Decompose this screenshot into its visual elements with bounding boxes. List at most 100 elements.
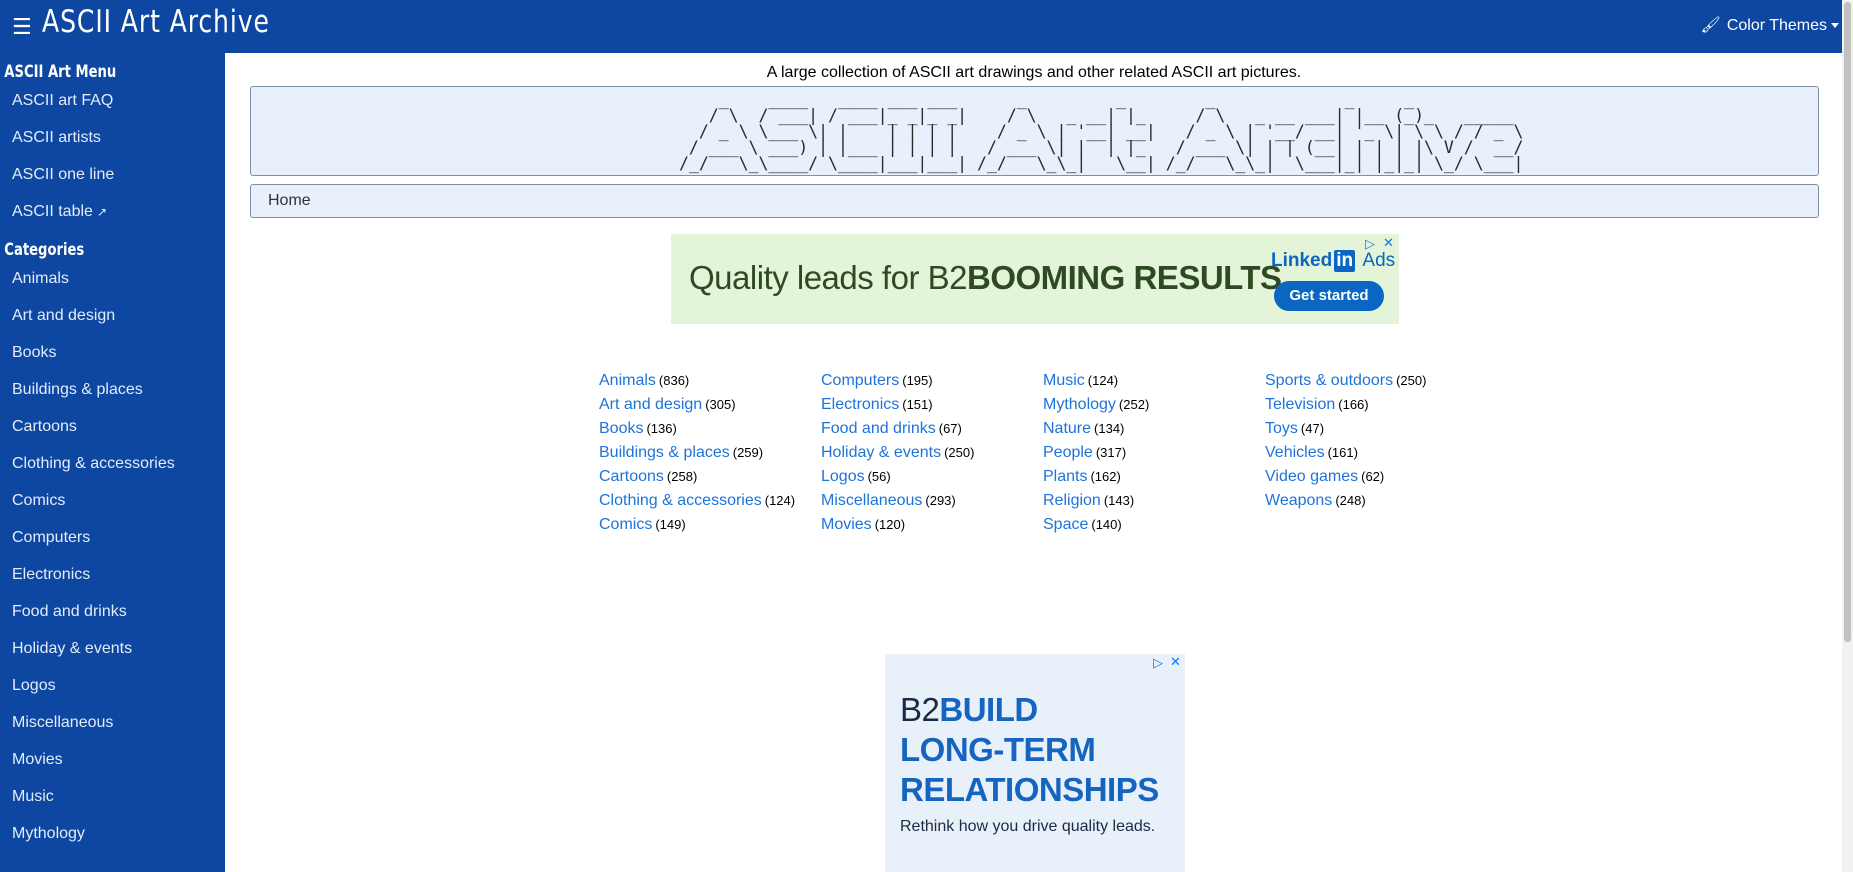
sidebar-categories-heading: Categories bbox=[4, 240, 85, 260]
category-count: (120) bbox=[874, 517, 906, 532]
sidebar-item-movies[interactable]: Movies bbox=[0, 741, 225, 778]
category-item: Sports & outdoors (250) bbox=[1265, 369, 1485, 393]
category-link-clothing-and-accessories[interactable]: Clothing & accessories bbox=[599, 492, 762, 509]
category-link-music[interactable]: Music bbox=[1043, 372, 1085, 389]
category-item: Animals (836) bbox=[599, 369, 819, 393]
category-link-mythology[interactable]: Mythology bbox=[1043, 396, 1116, 413]
category-link-space[interactable]: Space bbox=[1043, 516, 1088, 533]
category-link-vehicles[interactable]: Vehicles bbox=[1265, 444, 1325, 461]
sidebar-item-animals[interactable]: Animals bbox=[0, 260, 225, 297]
category-count: (252) bbox=[1118, 397, 1150, 412]
category-item: Toys (47) bbox=[1265, 417, 1485, 441]
sidebar-item-electronics[interactable]: Electronics bbox=[0, 556, 225, 593]
page-scrollbar[interactable] bbox=[1842, 0, 1853, 872]
category-item: Movies (120) bbox=[821, 513, 1041, 537]
ad-headline: B2BUILD LONG-TERM RELATIONSHIPS bbox=[900, 691, 1159, 808]
category-link-people[interactable]: People bbox=[1043, 444, 1093, 461]
sidebar-item-buildings-and-places[interactable]: Buildings & places bbox=[0, 371, 225, 408]
category-link-computers[interactable]: Computers bbox=[821, 372, 899, 389]
category-count: (305) bbox=[705, 397, 736, 412]
category-link-television[interactable]: Television bbox=[1265, 396, 1335, 413]
site-brand[interactable]: ASCII Art Archive bbox=[42, 4, 270, 40]
category-count: (248) bbox=[1335, 493, 1366, 508]
ad-headline: Quality leads for B2BOOMING RESULTS bbox=[689, 259, 1282, 296]
sidebar-item-music[interactable]: Music bbox=[0, 778, 225, 815]
sidebar-menu-heading: ASCII Art Menu bbox=[4, 62, 117, 82]
category-count: (140) bbox=[1091, 517, 1122, 532]
category-item: Space (140) bbox=[1043, 513, 1263, 537]
category-link-sports-and-outdoors[interactable]: Sports & outdoors bbox=[1265, 372, 1393, 389]
sidebar: ASCII Art Menu ASCII art FAQ ASCII artist… bbox=[0, 53, 225, 872]
ad-close-icon[interactable]: ✕ bbox=[1383, 235, 1394, 251]
ascii-banner: _ ____ ____ ___ ___ _ _ _ _ _ / \ / ___|… bbox=[250, 86, 1819, 176]
get-started-button[interactable]: Get started bbox=[1274, 281, 1384, 311]
category-link-buildings-and-places[interactable]: Buildings & places bbox=[599, 444, 730, 461]
breadcrumb: Home bbox=[250, 184, 1819, 218]
category-link-nature[interactable]: Nature bbox=[1043, 420, 1091, 437]
sidebar-item-ascii-artists[interactable]: ASCII artists bbox=[0, 119, 225, 156]
category-item: People (317) bbox=[1043, 441, 1263, 465]
site-tagline: A large collection of ASCII art drawings… bbox=[766, 64, 1302, 81]
sidebar-item-art-and-design[interactable]: Art and design bbox=[0, 297, 225, 334]
category-link-food-and-drinks[interactable]: Food and drinks bbox=[821, 420, 936, 437]
sidebar-item-ascii-one-line[interactable]: ASCII one line bbox=[0, 156, 225, 193]
category-link-books[interactable]: Books bbox=[599, 420, 643, 437]
category-column: Music (124) Mythology (252) Nature (134) Peopl… bbox=[1043, 369, 1263, 537]
category-count: (250) bbox=[1396, 373, 1427, 388]
category-link-plants[interactable]: Plants bbox=[1043, 468, 1087, 485]
category-item: Books (136) bbox=[599, 417, 819, 441]
category-count: (317) bbox=[1095, 445, 1127, 460]
ad-close-icon[interactable]: ✕ bbox=[1170, 654, 1181, 670]
category-link-art-and-design[interactable]: Art and design bbox=[599, 396, 702, 413]
category-link-miscellaneous[interactable]: Miscellaneous bbox=[821, 492, 922, 509]
category-item: Music (124) bbox=[1043, 369, 1263, 393]
sidebar-item-logos[interactable]: Logos bbox=[0, 667, 225, 704]
color-themes-dropdown[interactable]: 🖌 Color Themes bbox=[1701, 15, 1839, 35]
category-item: Cartoons (258) bbox=[599, 465, 819, 489]
ascii-logo: _ ____ ____ ___ ___ _ _ _ _ _ / \ / ___|… bbox=[679, 90, 1524, 173]
category-item: Vehicles (161) bbox=[1265, 441, 1485, 465]
category-link-logos[interactable]: Logos bbox=[821, 468, 865, 485]
category-count: (250) bbox=[944, 445, 975, 460]
category-link-video-games[interactable]: Video games bbox=[1265, 468, 1358, 485]
caret-down-icon bbox=[1831, 23, 1839, 29]
linkedin-ad-banner[interactable]: ▷ ✕ Quality leads for B2BOOMING RESULTS … bbox=[671, 234, 1399, 324]
linkedin-ad-square[interactable]: ▷ ✕ B2BUILD LONG-TERM RELATIONSHIPS Reth… bbox=[885, 654, 1185, 872]
category-link-weapons[interactable]: Weapons bbox=[1265, 492, 1332, 509]
sidebar-item-comics[interactable]: Comics bbox=[0, 482, 225, 519]
category-item: Clothing & accessories (124) bbox=[599, 489, 819, 513]
category-item: Holiday & events (250) bbox=[821, 441, 1041, 465]
sidebar-item-books[interactable]: Books bbox=[0, 334, 225, 371]
scrollbar-thumb[interactable] bbox=[1844, 2, 1851, 642]
category-link-animals[interactable]: Animals bbox=[599, 372, 656, 389]
category-count: (124) bbox=[1087, 373, 1119, 388]
sidebar-item-ascii-art-faq[interactable]: ASCII art FAQ bbox=[0, 82, 225, 119]
sidebar-item-food-and-drinks[interactable]: Food and drinks bbox=[0, 593, 225, 630]
sidebar-item-computers[interactable]: Computers bbox=[0, 519, 225, 556]
sidebar-menu-list: ASCII art FAQ ASCII artists ASCII one line… bbox=[0, 82, 225, 230]
category-column: Computers (195) Electronics (151) Food and d… bbox=[821, 369, 1041, 537]
category-link-movies[interactable]: Movies bbox=[821, 516, 872, 533]
category-item: Mythology (252) bbox=[1043, 393, 1263, 417]
sidebar-item-clothing-and-accessories[interactable]: Clothing & accessories bbox=[0, 445, 225, 482]
category-count: (143) bbox=[1103, 493, 1135, 508]
sidebar-item-miscellaneous[interactable]: Miscellaneous bbox=[0, 704, 225, 741]
category-link-toys[interactable]: Toys bbox=[1265, 420, 1298, 437]
hamburger-icon[interactable]: ☰ bbox=[12, 14, 32, 40]
category-link-cartoons[interactable]: Cartoons bbox=[599, 468, 664, 485]
category-link-religion[interactable]: Religion bbox=[1043, 492, 1101, 509]
breadcrumb-home[interactable]: Home bbox=[268, 192, 311, 209]
category-link-electronics[interactable]: Electronics bbox=[821, 396, 899, 413]
category-column: Animals (836) Art and design (305) Books (136… bbox=[599, 369, 819, 537]
category-item: Food and drinks (67) bbox=[821, 417, 1041, 441]
category-item: Art and design (305) bbox=[599, 393, 819, 417]
sidebar-item-mythology[interactable]: Mythology bbox=[0, 815, 225, 852]
sidebar-item-cartoons[interactable]: Cartoons bbox=[0, 408, 225, 445]
sidebar-item-holiday-and-events[interactable]: Holiday & events bbox=[0, 630, 225, 667]
sidebar-item-ascii-table[interactable]: ASCII table bbox=[12, 203, 93, 220]
sidebar-item-ascii-table-row[interactable]: ASCII table ↗ bbox=[0, 193, 225, 230]
category-link-holiday-and-events[interactable]: Holiday & events bbox=[821, 444, 941, 461]
category-link-comics[interactable]: Comics bbox=[599, 516, 652, 533]
adchoices-icon[interactable]: ▷ bbox=[1153, 655, 1163, 671]
category-count: (62) bbox=[1361, 469, 1385, 484]
